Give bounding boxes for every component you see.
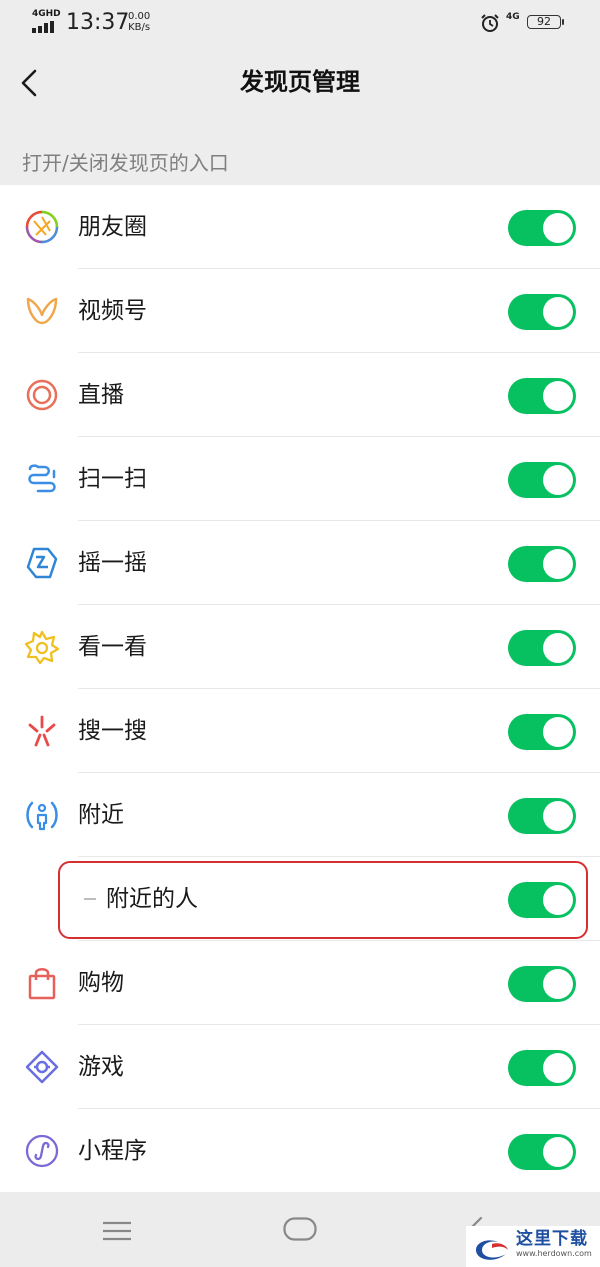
watermark-url: www.herdown.com <box>516 1249 592 1258</box>
list-item-moments[interactable]: 朋友圈 <box>0 185 600 269</box>
watermark-title: 这里下载 <box>516 1229 588 1249</box>
item-label: 搜一搜 <box>78 718 147 744</box>
list-item-mini-programs[interactable]: 小程序 <box>0 1109 600 1193</box>
shopping-bag-icon <box>28 968 56 1000</box>
list-item-live[interactable]: 直播 <box>0 353 600 437</box>
toggle-switch[interactable] <box>508 462 576 498</box>
list-item-nearby[interactable]: 附近 <box>0 773 600 857</box>
toggle-switch[interactable] <box>508 294 576 330</box>
item-label: 看一看 <box>78 634 147 660</box>
menu-lines-icon[interactable] <box>102 1221 132 1241</box>
list-item-search[interactable]: 搜一搜 <box>0 689 600 773</box>
item-label: 扫一扫 <box>78 466 147 492</box>
highlight-annotation-box <box>58 861 588 939</box>
toggle-switch[interactable] <box>508 966 576 1002</box>
section-label: 打开/关闭发现页的入口 <box>22 151 229 175</box>
item-label: 直播 <box>78 382 124 408</box>
live-ring-icon <box>26 379 58 411</box>
item-label: 视频号 <box>78 298 147 324</box>
header: 发现页管理 <box>0 46 600 120</box>
toggle-switch[interactable] <box>508 210 576 246</box>
net-speed: 0.00 KB/s <box>128 11 150 33</box>
toggle-switch[interactable] <box>508 378 576 414</box>
list-item-shake[interactable]: 摇一摇 <box>0 521 600 605</box>
moments-aperture-icon <box>25 210 59 244</box>
signal-bars-icon <box>32 21 58 33</box>
search-spark-icon <box>28 715 56 747</box>
item-label: 附近 <box>78 802 124 828</box>
page-title: 发现页管理 <box>240 68 360 96</box>
toggle-switch[interactable] <box>508 546 576 582</box>
list-item-games[interactable]: 游戏 <box>0 1025 600 1109</box>
game-diamond-icon <box>25 1050 59 1084</box>
item-label: 购物 <box>78 970 124 996</box>
item-label: 摇一摇 <box>78 550 147 576</box>
status-bar: 4GHD 13:37 0.00 KB/s 4G 92 <box>0 0 600 46</box>
item-label: 游戏 <box>78 1054 124 1080</box>
toggle-switch[interactable] <box>508 714 576 750</box>
battery-level: 92 <box>537 15 551 28</box>
top-stories-star-icon <box>24 630 60 665</box>
swoosh-logo-icon <box>476 1240 508 1260</box>
toggle-switch[interactable] <box>508 798 576 834</box>
nearby-person-icon <box>26 801 58 831</box>
alarm-icon <box>481 14 499 32</box>
channels-butterfly-icon <box>26 297 58 325</box>
scan-icon <box>28 464 56 493</box>
cell-type: 4G <box>506 12 520 22</box>
entry-list: 朋友圈 视频号 直播 扫一扫 摇一摇 看一看 搜一搜 附近 附近的人 购物 游戏… <box>0 185 600 1193</box>
battery-icon: 92 <box>527 15 564 29</box>
home-pill-icon[interactable] <box>283 1217 317 1241</box>
item-label: 小程序 <box>78 1138 147 1164</box>
net-speed-unit: KB/s <box>128 22 151 33</box>
network-type: 4GHD <box>32 9 61 19</box>
site-watermark: 这里下载 www.herdown.com <box>466 1226 600 1267</box>
list-item-scan[interactable]: 扫一扫 <box>0 437 600 521</box>
mini-program-icon <box>25 1134 59 1168</box>
net-speed-value: 0.00 <box>128 11 151 22</box>
clock-time: 13:37 <box>66 10 130 35</box>
toggle-switch[interactable] <box>508 630 576 666</box>
shake-icon <box>26 547 58 579</box>
list-item-top-stories[interactable]: 看一看 <box>0 605 600 689</box>
toggle-switch[interactable] <box>508 1050 576 1086</box>
toggle-switch[interactable] <box>508 1134 576 1170</box>
list-item-channels[interactable]: 视频号 <box>0 269 600 353</box>
list-item-shopping[interactable]: 购物 <box>0 941 600 1025</box>
item-label: 朋友圈 <box>78 214 147 240</box>
